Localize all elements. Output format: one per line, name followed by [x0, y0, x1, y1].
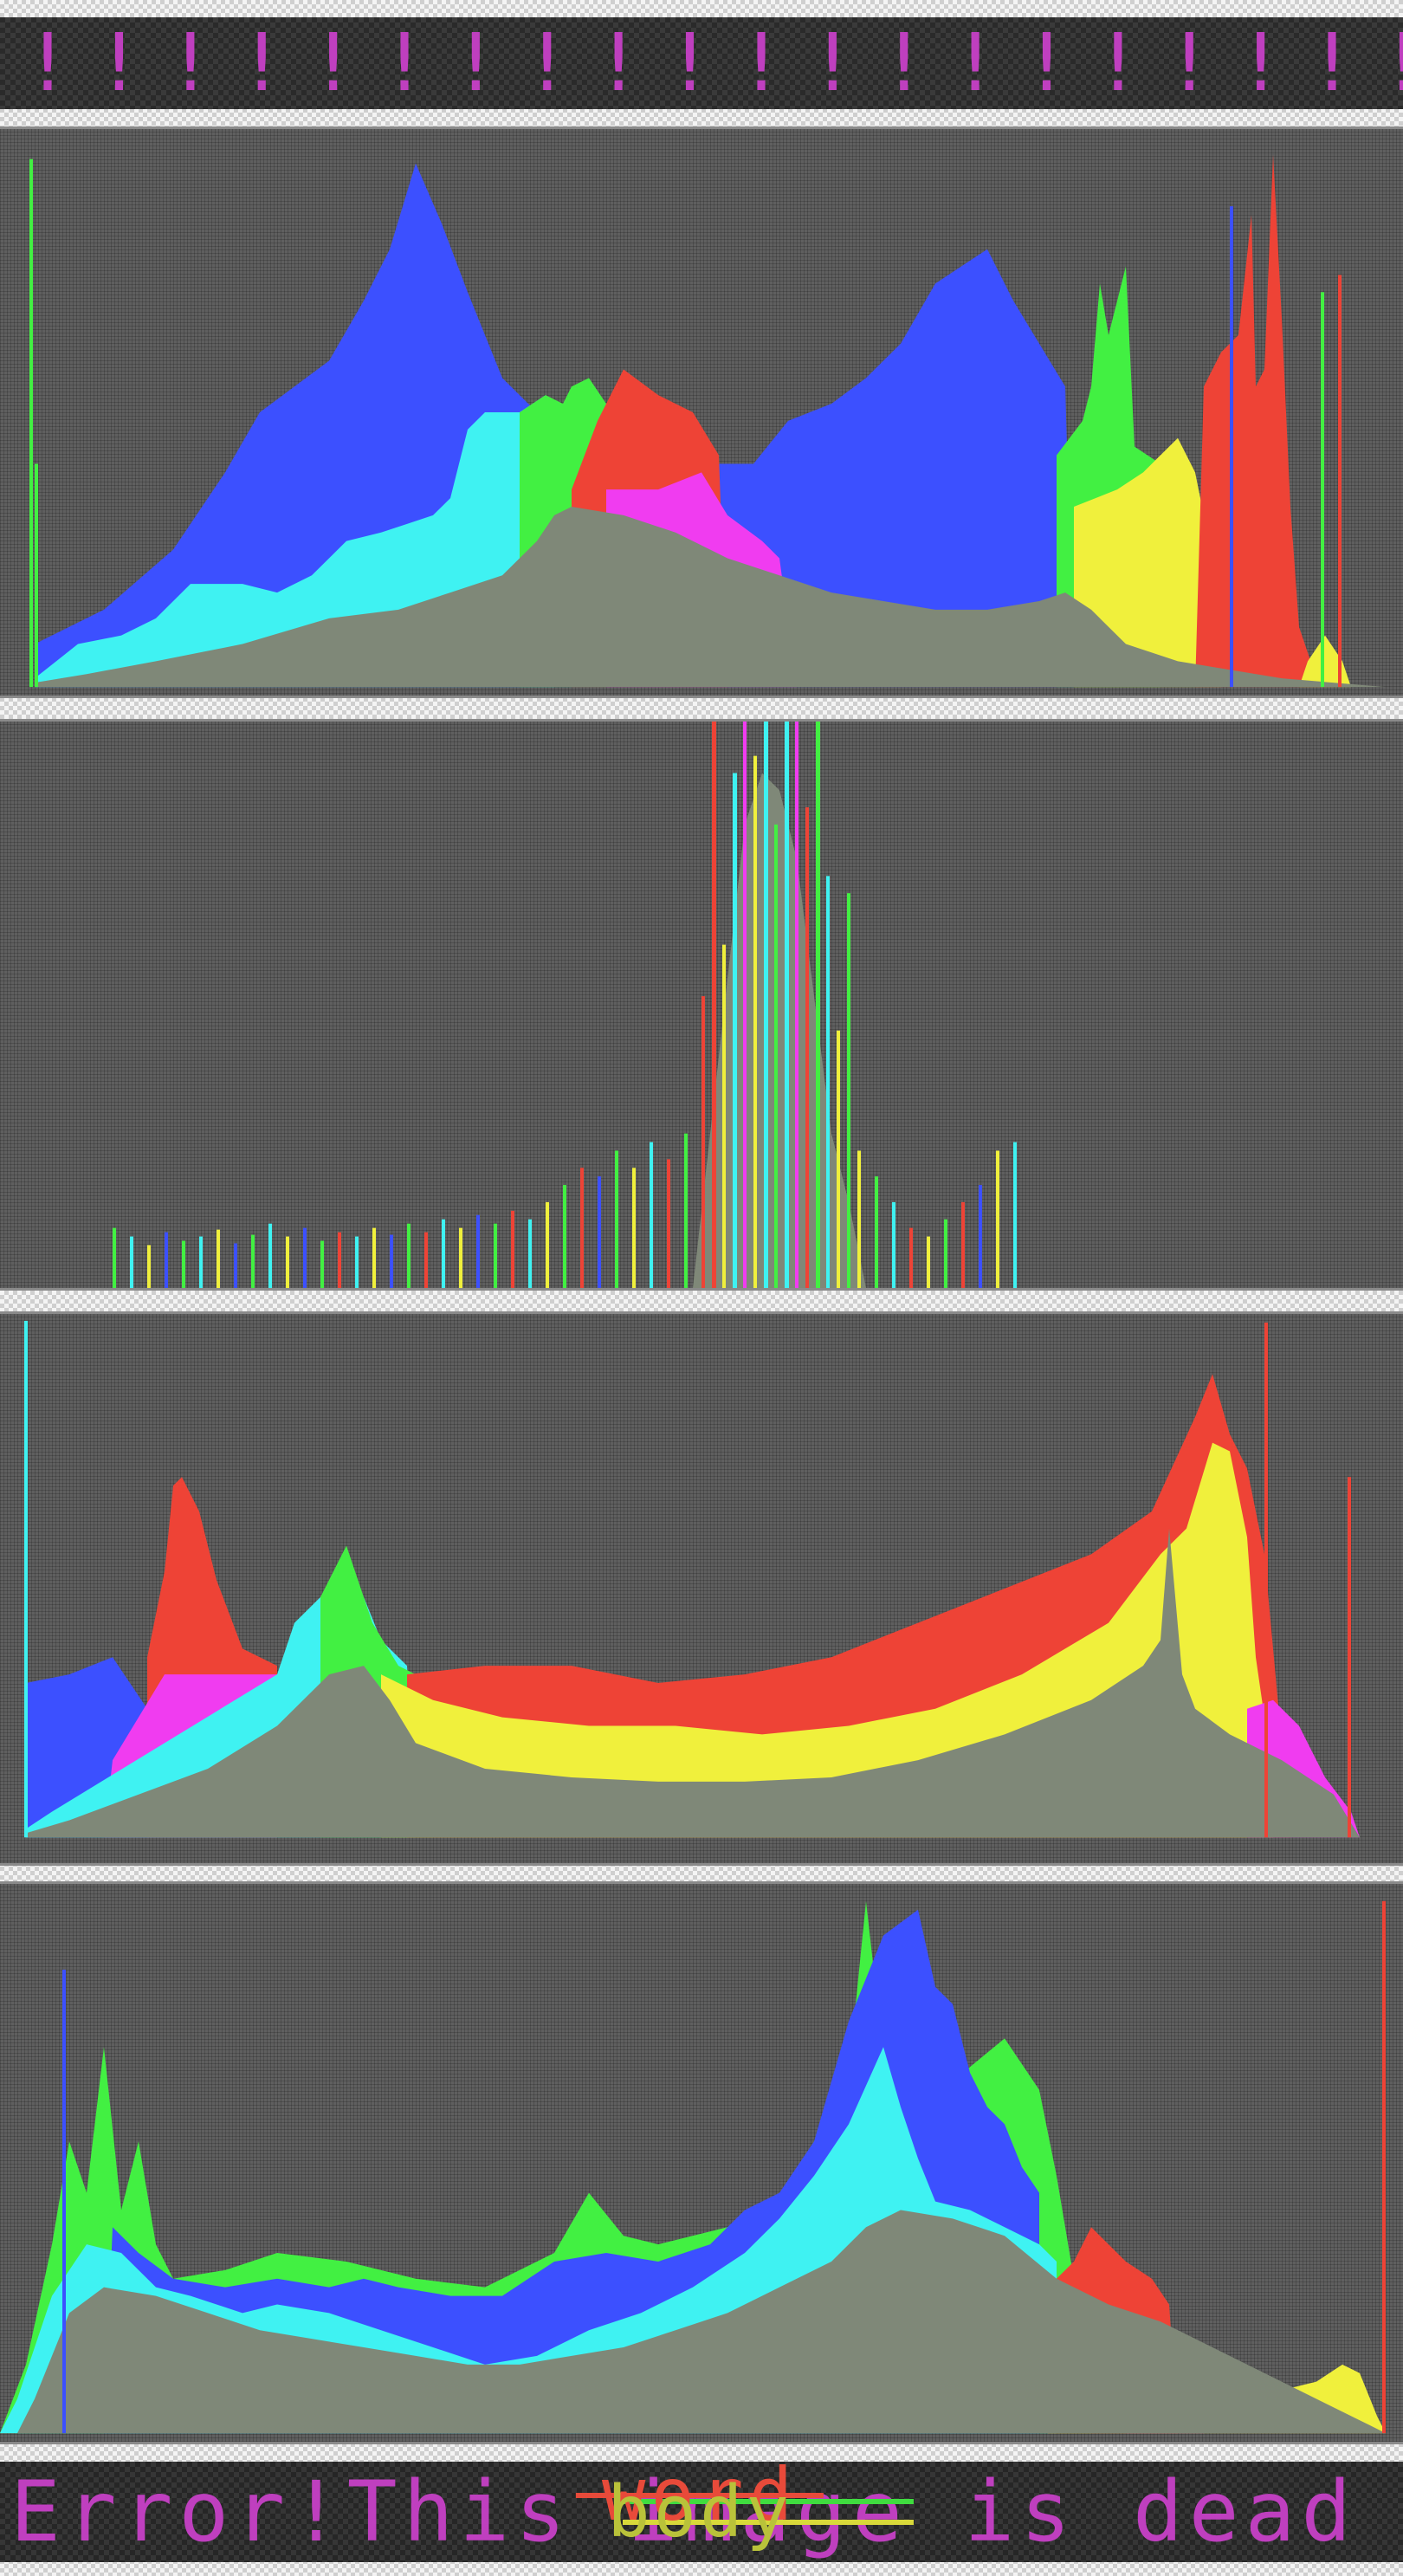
histogram-panel-4 [0, 1881, 1403, 2444]
histogram-3-red-spike-far-right [1348, 1477, 1351, 1838]
histogram-1-red-right-layer [1195, 154, 1334, 688]
histogram-1-green-spike-right [1321, 292, 1324, 688]
histogram-4-red-spike-right [1382, 1900, 1386, 2434]
error-caption-prefix: Error!This [10, 2463, 628, 2560]
overlay-word-bottom: body [607, 2477, 792, 2548]
histogram-4-canvas [0, 1900, 1386, 2434]
overlay-word-bottom-text: body [607, 2471, 792, 2553]
error-caption: Error!This image is dead word body [0, 2462, 1403, 2562]
page: !!!!!!!!!!!!!!!!!!!!!!!!! [0, 0, 1403, 2576]
histogram-1-red-spike-right [1338, 275, 1342, 688]
histogram-panel-2 [0, 719, 1403, 1291]
histogram-1-green-spike-left [29, 159, 33, 688]
histogram-2-right-bars [857, 1142, 1017, 1288]
banner-text: !!!!!!!!!!!!!!!!!!!!!!!!! [0, 17, 1403, 109]
histogram-2-small-bars [113, 1133, 688, 1288]
histogram-2-canvas [113, 722, 1017, 1288]
histogram-4-blue-spike-left [62, 1970, 66, 2434]
histogram-1-canvas [29, 154, 1386, 688]
histogram-3-red-spike-right [1264, 1322, 1268, 1838]
histogram-1-blue-spike-right [1230, 206, 1233, 688]
error-caption-suffix: is dead [908, 2463, 1358, 2560]
histogram-panel-1 [0, 126, 1403, 698]
histogram-1-green-spike-left-2 [35, 463, 38, 688]
histogram-panel-3 [0, 1311, 1403, 1866]
histogram-3-cyan-spike-left [24, 1320, 28, 1838]
exclamation-banner: !!!!!!!!!!!!!!!!!!!!!!!!! [0, 17, 1403, 109]
histogram-2-central-spikes [693, 722, 866, 1288]
histogram-3-canvas [24, 1320, 1360, 1838]
